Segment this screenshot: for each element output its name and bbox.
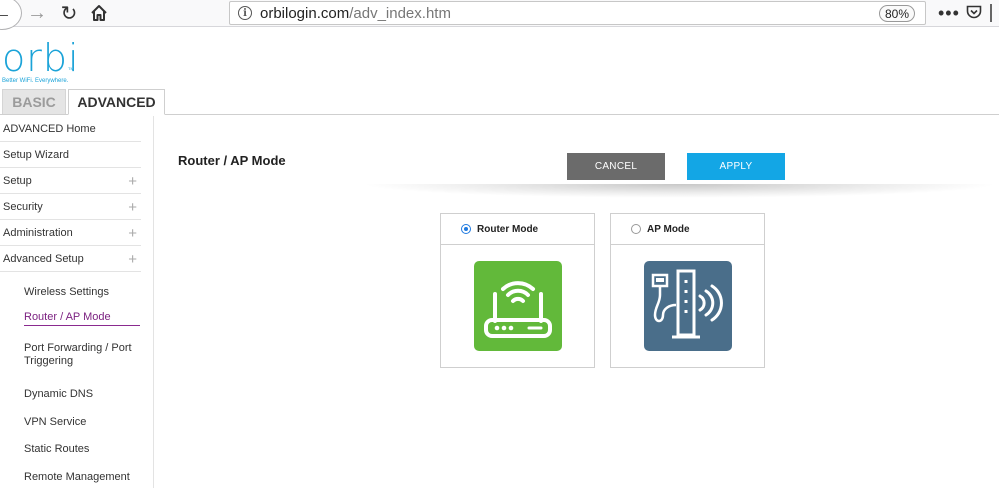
apply-button[interactable]: APPLY — [687, 153, 785, 180]
router-mode-label: Router Mode — [477, 223, 539, 235]
more-actions-icon[interactable]: ••• — [938, 0, 960, 26]
pocket-icon[interactable] — [966, 5, 982, 20]
expand-plus-icon[interactable]: + — [128, 225, 137, 242]
orbi-logo: orbi TM — [2, 38, 80, 78]
forward-arrow-icon[interactable]: → — [26, 0, 48, 26]
access-point-icon[interactable] — [644, 261, 732, 351]
reload-icon[interactable]: ↻ — [58, 0, 80, 26]
subitem-static-routes[interactable]: Static Routes — [24, 443, 140, 456]
info-icon[interactable]: i — [238, 6, 252, 20]
zoom-level[interactable]: 80% — [879, 5, 915, 22]
cancel-button[interactable]: CANCEL — [567, 153, 665, 180]
sidebar-item-label: Security — [3, 200, 43, 213]
subitem-port-forwarding[interactable]: Port Forwarding / Port Triggering — [24, 342, 140, 368]
header-divider — [360, 184, 999, 198]
subitem-remote-management[interactable]: Remote Management — [24, 471, 140, 484]
sidebar-item-label: ADVANCED Home — [3, 122, 96, 135]
ap-mode-card[interactable]: AP Mode — [610, 213, 765, 368]
router-mode-option[interactable]: Router Mode — [441, 214, 594, 245]
subitem-dynamic-dns[interactable]: Dynamic DNS — [24, 388, 140, 401]
tab-advanced[interactable]: ADVANCED — [68, 89, 165, 115]
expand-plus-icon[interactable]: + — [128, 199, 137, 216]
page-title: Router / AP Mode — [178, 153, 286, 168]
router-icon[interactable] — [474, 261, 562, 351]
expand-plus-icon[interactable]: + — [128, 251, 137, 268]
router-mode-card[interactable]: Router Mode — [440, 213, 595, 368]
sidebar-item-label: Advanced Setup — [3, 252, 84, 265]
main-tabs: BASIC ADVANCED — [0, 89, 999, 115]
home-icon[interactable] — [88, 0, 110, 26]
sidebar-item-label: Setup Wizard — [3, 148, 70, 161]
browser-toolbar: ← → ↻ i orbilogin.com/adv_index.htm 80% … — [0, 0, 999, 30]
sidebar-item-setup-wizard[interactable]: Setup Wizard — [0, 142, 141, 168]
ap-mode-radio[interactable] — [631, 224, 641, 234]
back-arrow-icon[interactable]: ← — [0, 0, 22, 30]
subitem-wireless-settings[interactable]: Wireless Settings — [24, 286, 140, 299]
sidebar-item-label: Setup — [3, 174, 32, 187]
address-bar[interactable]: i orbilogin.com/adv_index.htm 80% — [229, 1, 926, 25]
sidebar-item-advanced-setup[interactable]: Advanced Setup + — [0, 246, 141, 272]
subitem-router-ap-mode[interactable]: Router / AP Mode — [24, 311, 140, 326]
ap-mode-option[interactable]: AP Mode — [611, 214, 764, 245]
sidebar-item-advanced-home[interactable]: ADVANCED Home — [0, 116, 141, 142]
subitem-vpn-service[interactable]: VPN Service — [24, 416, 140, 429]
logo-tagline: Better WiFi. Everywhere. — [2, 78, 69, 84]
sidebar-item-setup[interactable]: Setup + — [0, 168, 141, 194]
library-icon[interactable] — [990, 4, 999, 22]
logo-text: orbi — [2, 36, 80, 80]
url-text: orbilogin.com/adv_index.htm — [260, 4, 451, 22]
router-mode-radio[interactable] — [461, 224, 471, 234]
logo-trademark: TM — [68, 66, 74, 71]
expand-plus-icon[interactable]: + — [128, 173, 137, 190]
sidebar-item-label: Administration — [3, 226, 73, 239]
tab-basic[interactable]: BASIC — [2, 89, 66, 114]
sidebar: ADVANCED Home Setup Wizard Setup + Securi… — [0, 116, 154, 488]
sidebar-item-administration[interactable]: Administration + — [0, 220, 141, 246]
sidebar-item-security[interactable]: Security + — [0, 194, 141, 220]
ap-mode-label: AP Mode — [647, 223, 690, 235]
